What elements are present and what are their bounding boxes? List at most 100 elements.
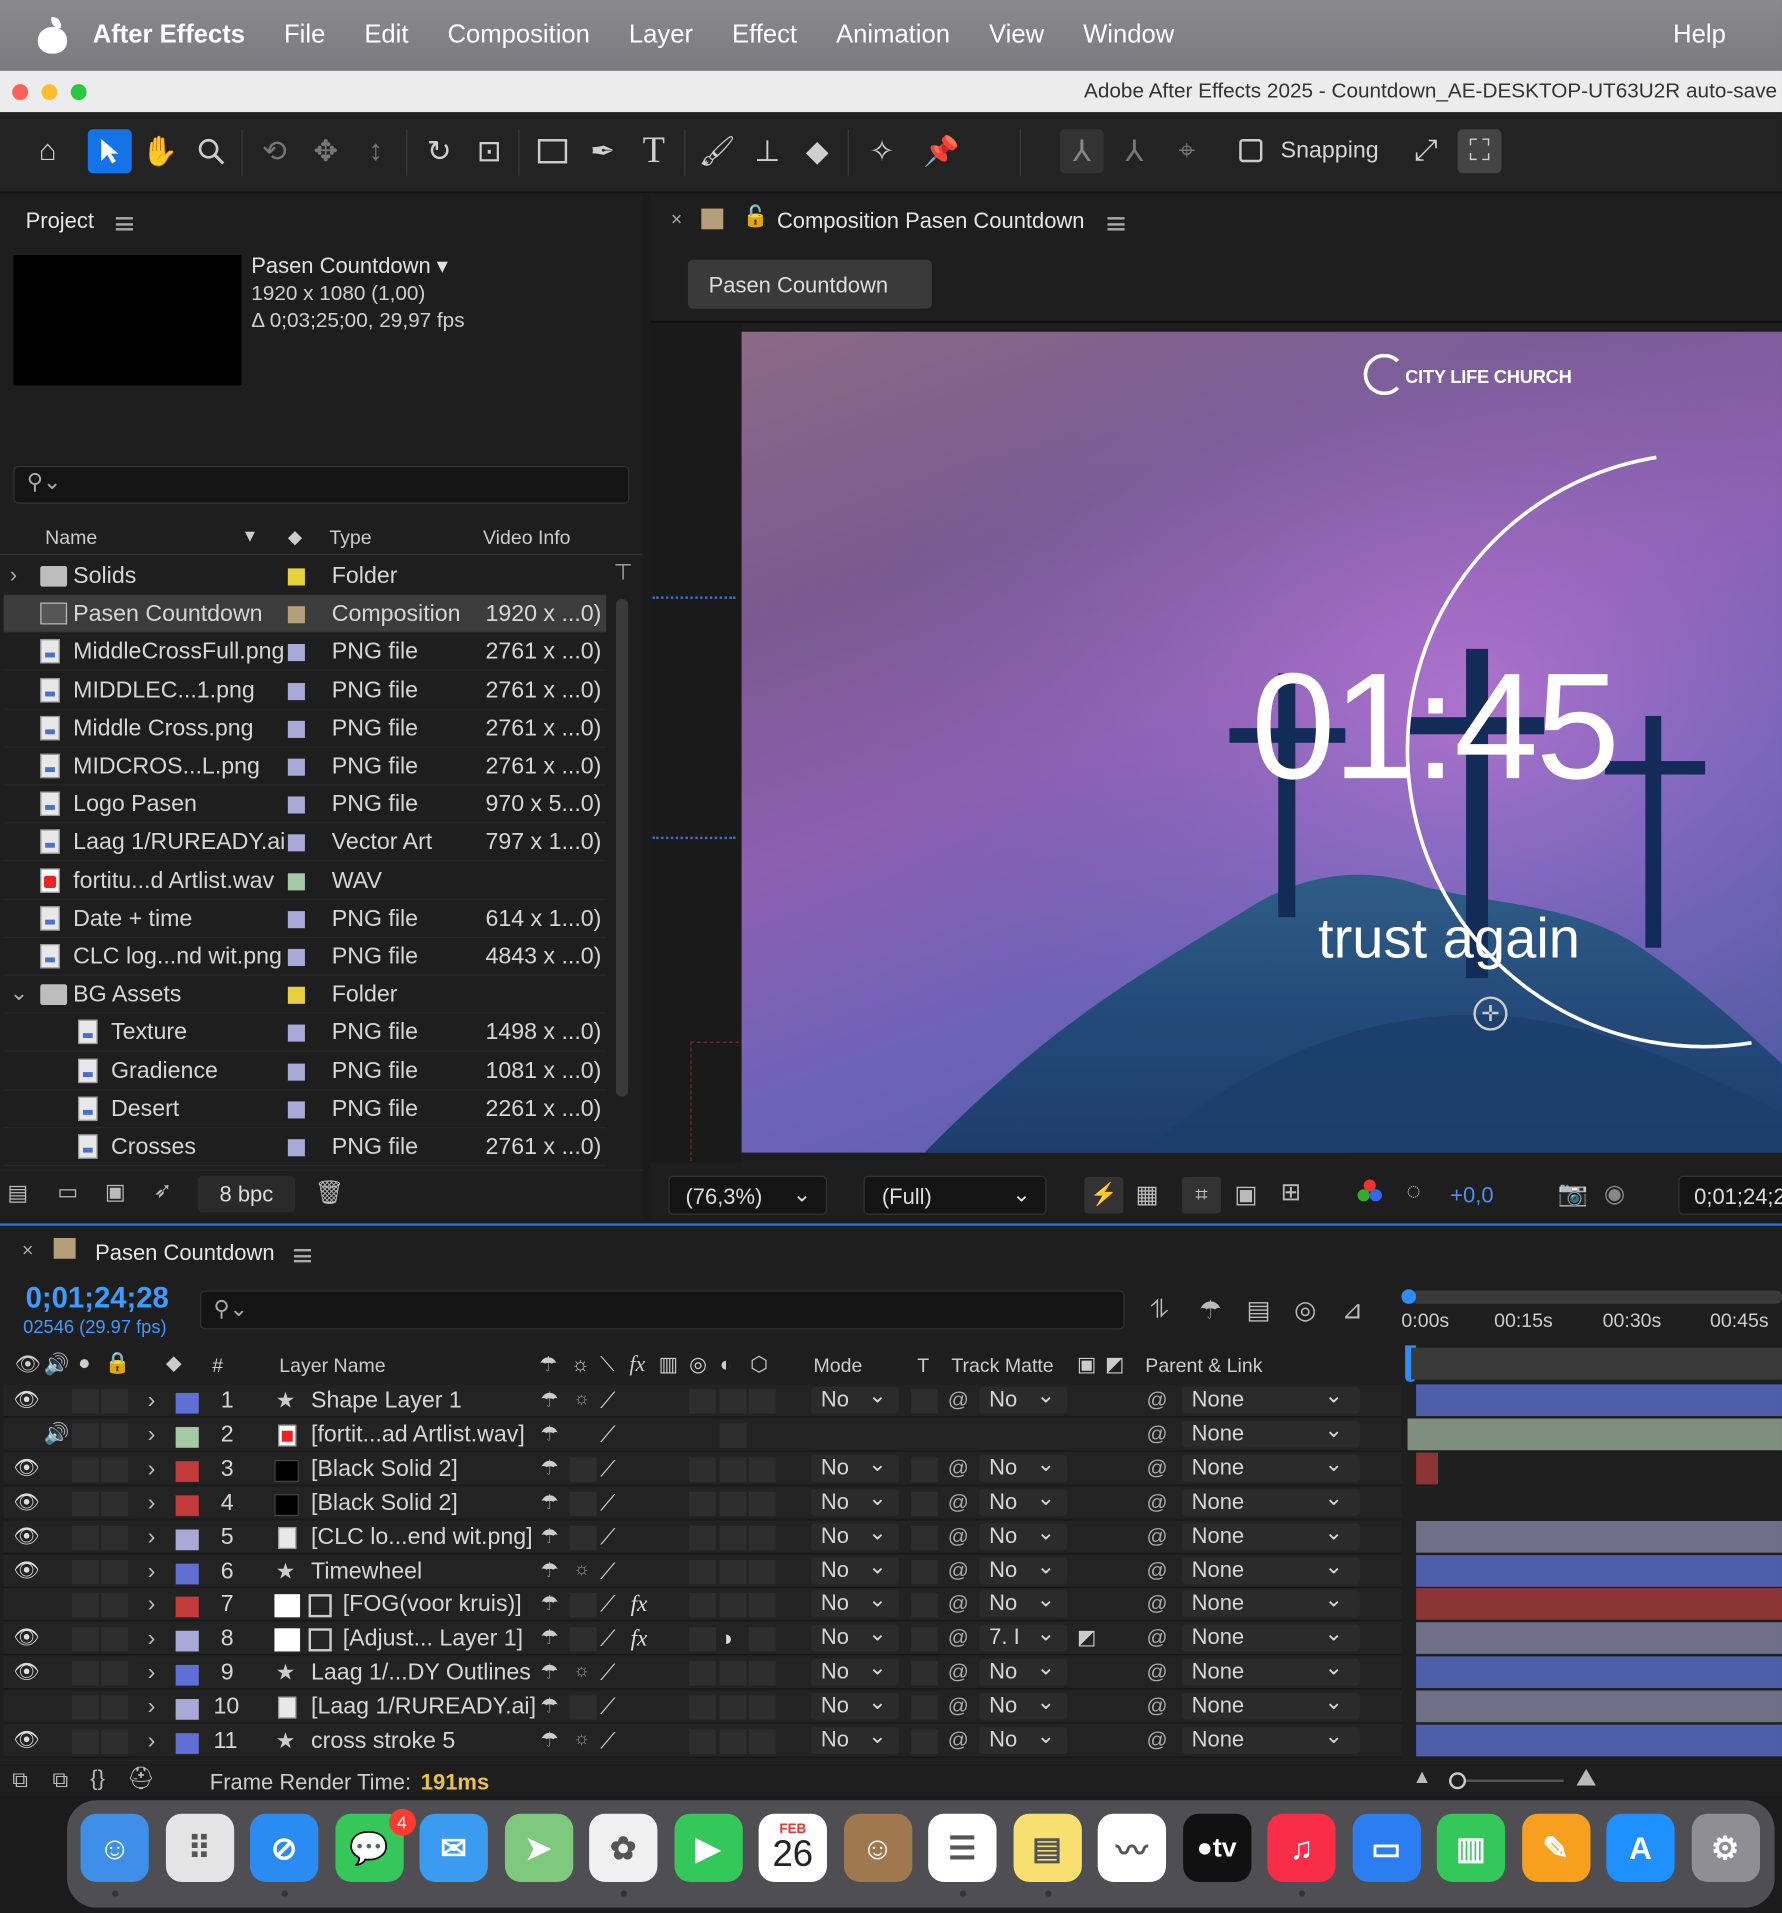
expand-arrow-icon[interactable]: › [148,1388,156,1415]
collapse-arrow-icon[interactable]: ⌄ [10,981,28,1007]
shy-icon[interactable]: ☂ [540,1456,559,1480]
zoom-in-icon[interactable]: ⛰ [1576,1765,1597,1793]
shy-icon[interactable]: ☂ [540,1592,559,1616]
collapse-toggle[interactable] [569,1525,597,1550]
apple-menu-icon[interactable] [37,17,69,54]
adjustment-toggle[interactable] [719,1559,747,1584]
project-item-row[interactable]: › Solids Folder [3,557,607,596]
track-matte-dropdown[interactable]: No ⌄ [979,1689,1068,1720]
parent-pick-whip-icon[interactable]: @ [1147,1558,1168,1582]
layer-name[interactable]: Timewheel [311,1558,422,1585]
layer-duration-bar[interactable] [1416,1724,1782,1757]
blend-mode-dropdown[interactable]: No ⌄ [811,1485,899,1516]
3d-layer-toggle[interactable] [748,1457,776,1482]
solo-toggle[interactable] [71,1457,99,1482]
layer-search-input[interactable]: ⚲⌄ [200,1290,1125,1330]
grid-guides-icon[interactable]: ⊞ [1281,1177,1301,1207]
project-item-row[interactable]: Logo Pasen PNG file 970 x 5...0) [3,786,607,824]
safari-icon[interactable]: ⊘ [250,1813,319,1882]
project-comp-name[interactable]: Pasen Countdown ▾ [251,254,448,280]
pick-whip-icon[interactable]: @ [948,1728,969,1752]
notes-icon[interactable]: ▤ [1012,1813,1082,1882]
eye-icon[interactable]: 👁 [13,1728,39,1752]
column-number[interactable]: # [212,1356,223,1378]
layer-label-color[interactable] [175,1563,199,1584]
quality-slash-icon[interactable]: ⟋ [600,1388,615,1414]
shy-icon[interactable]: ☂ [540,1422,559,1446]
quality-slash-icon[interactable]: ⟋ [600,1524,615,1550]
track-matte-dropdown[interactable]: No ⌄ [979,1383,1068,1414]
project-search-input[interactable]: ⚲⌄ [13,465,630,504]
collapse-toggle[interactable] [569,1491,597,1516]
lock-toggle[interactable] [101,1729,129,1754]
layer-name[interactable]: [fortit...ad Artlist.wav] [311,1422,525,1449]
column-header-name[interactable]: Name [45,528,97,550]
column-parent-link[interactable]: Parent & Link [1145,1356,1262,1378]
pages-icon[interactable]: ✎ [1521,1813,1590,1882]
parent-dropdown[interactable]: None ⌄ [1181,1451,1360,1482]
eye-icon[interactable]: 👁 [13,1660,39,1684]
layer-duration-bar[interactable] [1416,1656,1782,1689]
layer-duration-bar[interactable] [1416,1690,1782,1723]
adjustment-toggle[interactable] [719,1661,747,1686]
region-of-interest-icon[interactable]: ▣ [1234,1179,1257,1209]
zoom-tool-icon[interactable] [189,129,233,173]
collapse-transform-icon[interactable]: ☼ [573,1660,590,1681]
expand-arrow-icon[interactable]: › [148,1558,156,1585]
shy-layers-icon[interactable]: ☂ [1199,1295,1222,1325]
parent-dropdown[interactable]: None ⌄ [1181,1519,1360,1550]
pick-whip-icon[interactable]: @ [948,1660,969,1684]
label-color-swatch[interactable] [287,720,305,738]
layer-duration-bar[interactable] [1416,1384,1782,1417]
pick-whip-icon[interactable]: @ [948,1694,969,1718]
zoom-dropdown[interactable]: (76,3%) ⌄ [668,1175,827,1215]
expand-arrow-icon[interactable]: › [148,1422,156,1449]
project-item-row[interactable]: MIDDLEC...1.png PNG file 2761 x ...0) [3,672,607,710]
keynote-icon[interactable]: ▭ [1352,1813,1421,1882]
quality-slash-icon[interactable]: ⟋ [600,1490,615,1516]
quality-slash-icon[interactable]: ⟋ [600,1592,615,1618]
preserve-transparency-toggle[interactable] [911,1627,938,1652]
layer-name[interactable]: Laag 1/...DY Outlines [311,1660,531,1687]
frame-blend-switch-icon[interactable]: ▥ [659,1353,679,1377]
layer-label-color[interactable] [175,1460,199,1482]
label-color-swatch[interactable] [287,1025,305,1043]
shy-icon[interactable]: ☂ [540,1626,559,1650]
3d-layer-toggle[interactable] [748,1729,776,1754]
solo-switch-icon[interactable]: ● [78,1351,91,1375]
adjustment-toggle[interactable] [719,1389,747,1414]
expand-arrow-icon[interactable]: › [148,1524,156,1551]
blend-mode-dropdown[interactable]: No ⌄ [811,1519,899,1550]
hand-tool-icon[interactable]: ✋ [138,129,182,173]
parent-pick-whip-icon[interactable]: @ [1147,1728,1168,1752]
layer-duration-bar[interactable] [1416,1452,1439,1485]
dolly-camera-icon[interactable]: ↕ [354,129,398,173]
layer-switches-toggle-icon[interactable]: ⧉ [12,1767,28,1793]
zoom-slider-handle[interactable] [1449,1772,1467,1790]
maps-icon[interactable]: ➤ [504,1813,573,1882]
layer-duration-bar[interactable] [1416,1554,1782,1587]
solo-toggle[interactable] [71,1389,99,1414]
project-item-row[interactable]: Crosses PNG file 2761 x ...0) [3,1128,607,1167]
clone-stamp-tool-icon[interactable]: ⊥ [745,129,789,173]
label-color-swatch[interactable] [287,986,305,1005]
label-color-swatch[interactable] [287,872,305,890]
lock-toggle[interactable] [101,1627,129,1652]
quality-slash-icon[interactable]: ⟋ [600,1728,615,1754]
timeline-menu-icon[interactable] [293,1245,312,1267]
shy-icon[interactable]: ☂ [540,1660,559,1684]
eye-icon[interactable]: 👁 [13,1626,39,1650]
layer-duration-bar[interactable] [1416,1588,1782,1621]
composition-viewer[interactable]: CITY LIFE CHURCH 01:45 trust again ✛ [741,331,1782,1153]
project-item-row[interactable]: MIDCROS...L.png PNG file 2761 x ...0) [3,748,607,786]
layer-row[interactable]: › 10 [Laag 1/RUREADY.ai] ☂ ⟋ No ⌄ @ No ⌄ @ None ⌄ [3,1689,1402,1724]
column-mode[interactable]: Mode [814,1356,863,1378]
eraser-tool-icon[interactable]: ◆ [795,129,839,173]
video-switch-icon[interactable]: 👁 [15,1353,41,1377]
label-color-swatch[interactable] [287,682,305,700]
parent-dropdown[interactable]: None ⌄ [1181,1587,1360,1618]
blend-mode-dropdown[interactable]: No ⌄ [811,1587,899,1618]
label-color-swatch[interactable] [287,910,305,928]
blend-mode-dropdown[interactable]: No ⌄ [811,1621,899,1652]
resolution-dropdown[interactable]: (Full) ⌄ [863,1175,1047,1215]
